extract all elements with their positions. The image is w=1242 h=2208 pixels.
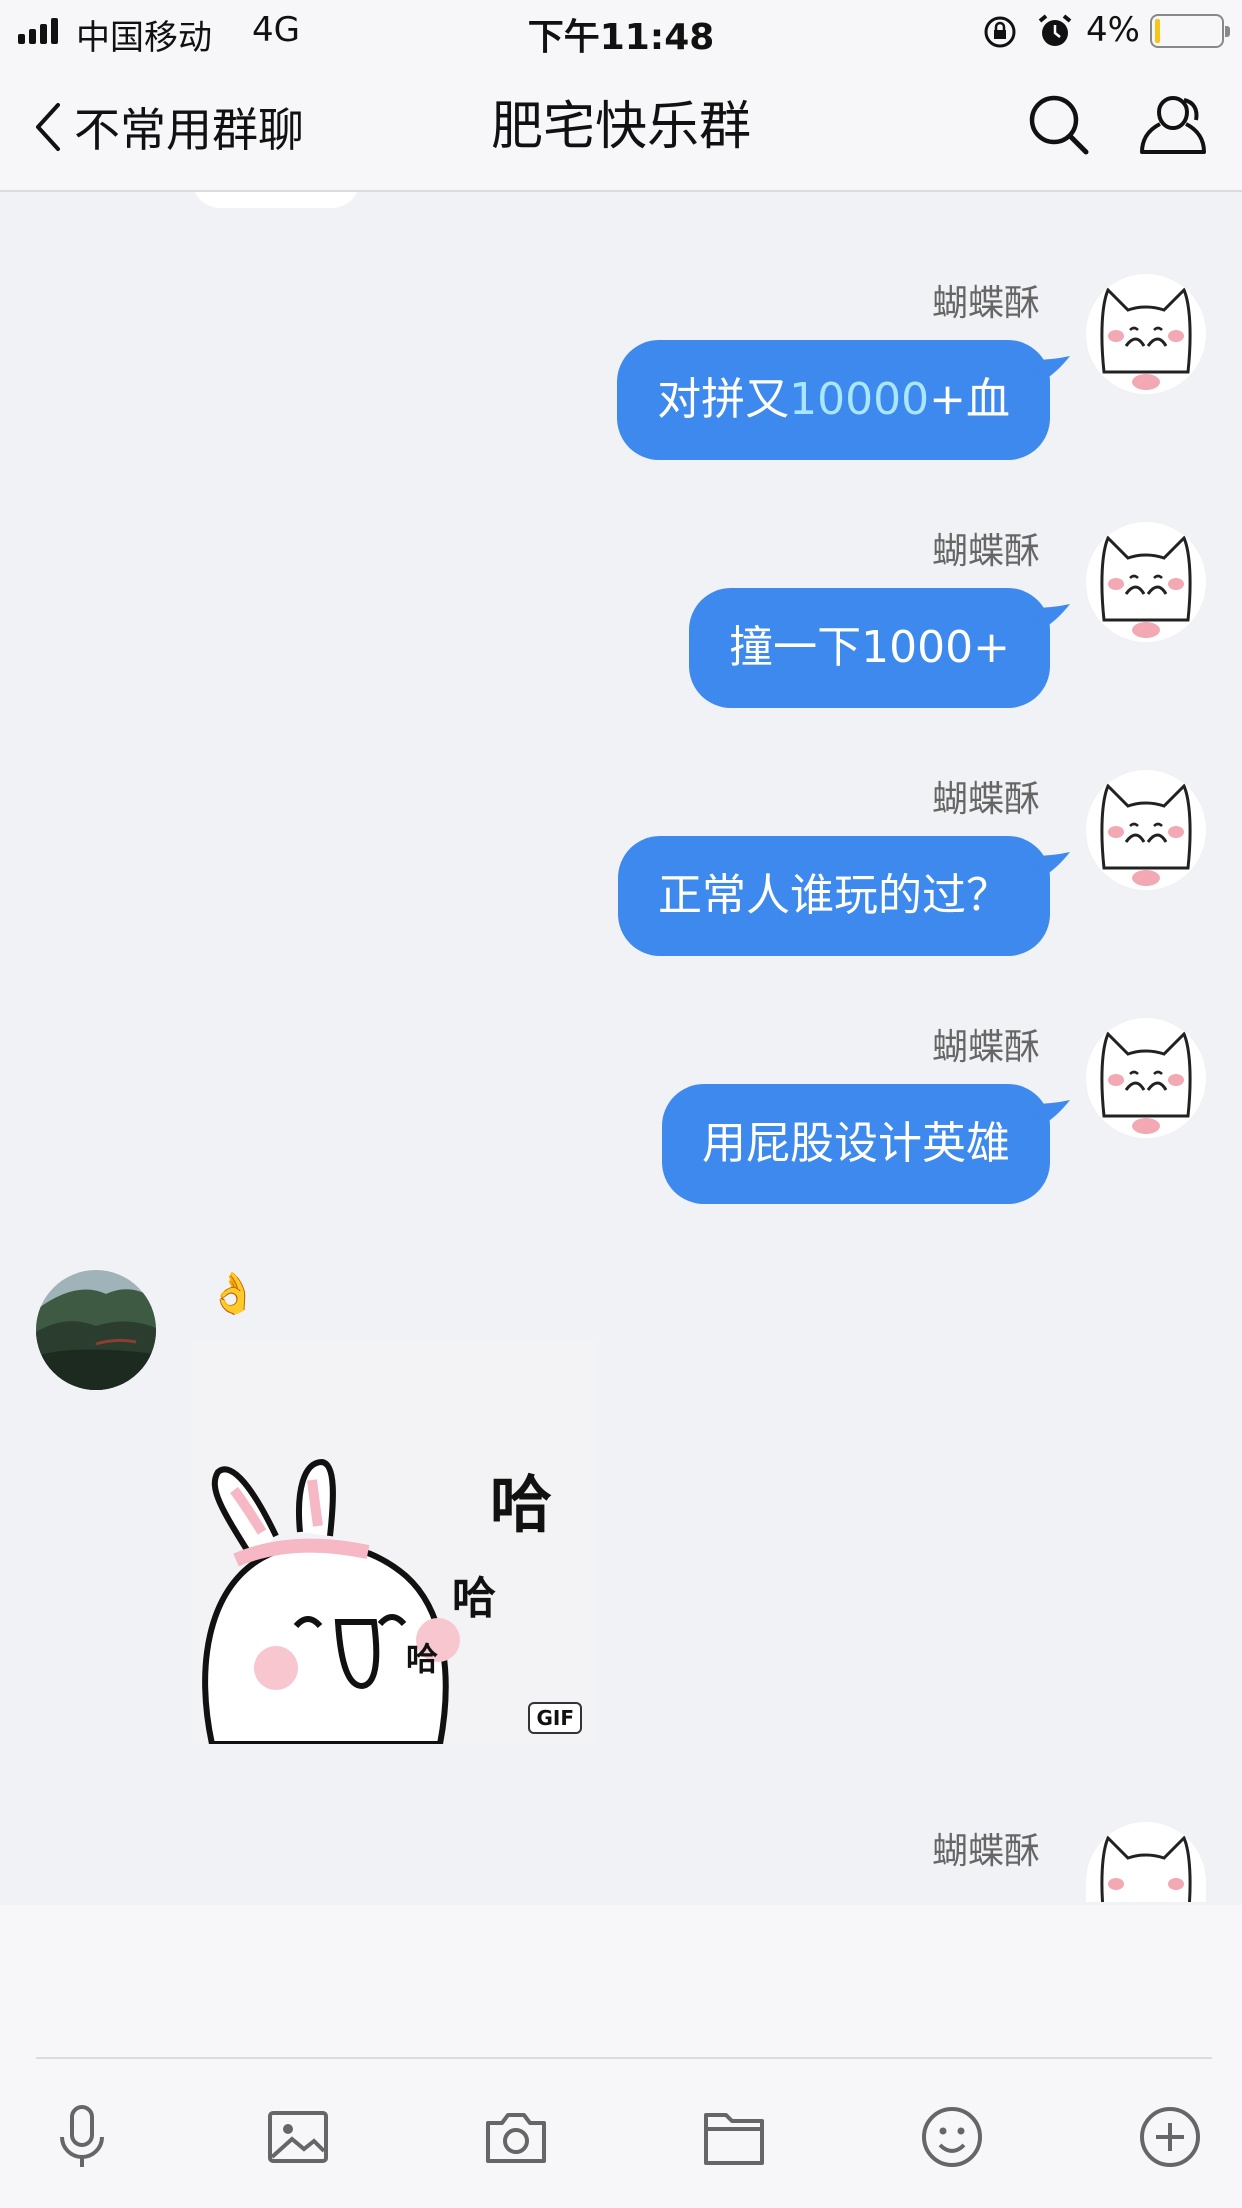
emoji-icon[interactable] xyxy=(916,2101,988,2173)
orientation-lock-icon xyxy=(984,16,1016,48)
plus-icon[interactable] xyxy=(1134,2101,1206,2173)
sticker-text: 哈 xyxy=(452,1573,496,1624)
avatar[interactable] xyxy=(1086,522,1206,642)
cat-avatar-icon xyxy=(1100,783,1192,886)
battery-percent: 4% xyxy=(1086,10,1140,50)
sender-name: 蝴蝶酥 xyxy=(931,283,1040,324)
sender-name: 蝴蝶酥 xyxy=(931,1831,1040,1872)
sender-name: 蝴蝶酥 xyxy=(931,531,1040,572)
message-text: 正常人谁玩的过？ xyxy=(658,870,1010,921)
message-row: 蝴蝶酥 用屁股设计英雄 xyxy=(0,1018,1242,1238)
battery-icon xyxy=(1150,14,1230,48)
message-bubble-partial[interactable] xyxy=(192,192,360,208)
gif-sticker[interactable]: 哈 哈 哈 GIF xyxy=(192,1340,596,1744)
input-area xyxy=(0,1905,1242,2208)
landscape-avatar-icon xyxy=(36,1270,156,1390)
group-members-icon[interactable] xyxy=(1138,90,1208,160)
message-bubble[interactable]: 撞一下1000+ xyxy=(689,588,1050,708)
alarm-icon xyxy=(1038,14,1072,46)
message-row: 蝴蝶酥 正常人谁玩的过？ xyxy=(0,770,1242,990)
message-bubble[interactable]: 正常人谁玩的过？ xyxy=(618,836,1050,956)
avatar[interactable] xyxy=(1086,274,1206,394)
nav-bar: 不常用群聊 肥宅快乐群 xyxy=(0,62,1242,192)
cat-avatar-icon xyxy=(1100,287,1192,390)
image-icon[interactable] xyxy=(262,2101,334,2173)
message-bubble[interactable]: 对拼又10000+血 xyxy=(617,340,1050,460)
gif-badge: GIF xyxy=(528,1702,582,1734)
avatar[interactable] xyxy=(1086,1018,1206,1138)
message-text: +血 xyxy=(929,374,1010,425)
bubble-tail xyxy=(1032,604,1070,632)
bubble-tail xyxy=(1032,1100,1070,1128)
cat-avatar-icon xyxy=(1100,535,1192,638)
battery-fill xyxy=(1155,19,1160,43)
search-icon[interactable] xyxy=(1026,92,1092,158)
highlighted-number: 10000 xyxy=(789,374,930,425)
camera-icon[interactable] xyxy=(480,2101,552,2173)
microphone-icon[interactable] xyxy=(46,2101,118,2173)
avatar[interactable] xyxy=(1086,1822,1206,1902)
ok-hand-emoji: 👌 xyxy=(208,1271,258,1317)
sender-name: 蝴蝶酥 xyxy=(931,779,1040,820)
sticker-text: 哈 xyxy=(490,1468,553,1541)
cat-avatar-icon xyxy=(1100,1031,1192,1134)
bubble-tail xyxy=(1032,356,1070,384)
message-text: 用屁股设计英雄 xyxy=(702,1118,1010,1169)
chat-area[interactable]: 蝴蝶酥 对拼又10000+血 蝴蝶酥 撞一下1000+ 蝴蝶酥 正常人谁玩的过？… xyxy=(0,192,1242,1905)
folder-icon[interactable] xyxy=(698,2101,770,2173)
incoming-message-row: 👌 哈 哈 哈 GIF xyxy=(0,1270,1242,1770)
bubble-tail xyxy=(1032,852,1070,880)
message-bubble[interactable]: 用屁股设计英雄 xyxy=(662,1084,1050,1204)
message-row: 蝴蝶酥 对拼又10000+血 xyxy=(0,274,1242,494)
avatar[interactable] xyxy=(36,1270,156,1390)
avatar[interactable] xyxy=(1086,770,1206,890)
message-text: 对拼又 xyxy=(657,374,790,425)
message-text: 撞一下1000+ xyxy=(729,622,1010,673)
message-row: 蝴蝶酥 撞一下1000+ xyxy=(0,522,1242,742)
status-bar: 中国移动 4G 下午11:48 4% xyxy=(0,0,1242,62)
message-input[interactable] xyxy=(36,1925,1212,2055)
input-toolbar xyxy=(0,2101,1242,2181)
sender-name: 蝴蝶酥 xyxy=(931,1027,1040,1068)
message-row: 蝴蝶酥 xyxy=(0,1822,1242,1902)
cat-avatar-icon xyxy=(1100,1835,1192,1902)
sticker-text: 哈 xyxy=(406,1640,439,1678)
input-divider xyxy=(36,2057,1212,2059)
